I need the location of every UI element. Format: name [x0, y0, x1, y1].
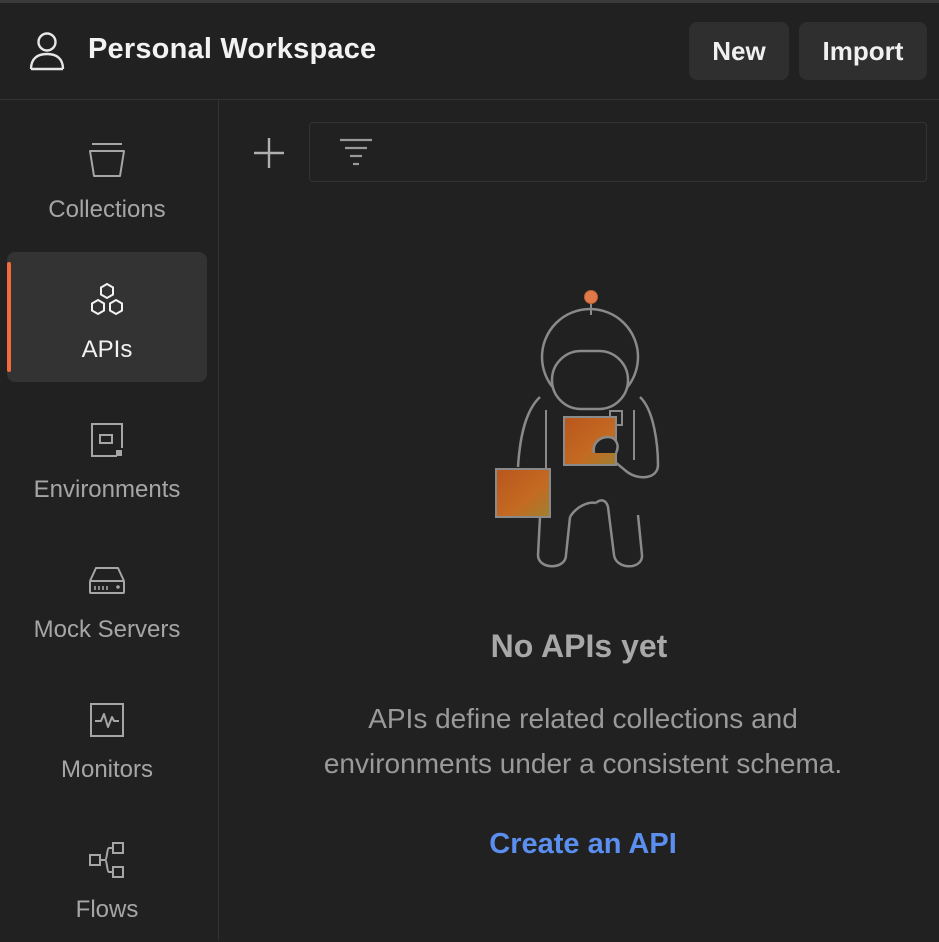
sidebar-item-mock-servers[interactable]: Mock Servers [7, 532, 207, 662]
sidebar-item-flows[interactable]: Flows [7, 812, 207, 942]
description-line-1: APIs define related collections and [368, 703, 798, 734]
sidebar-item-monitors[interactable]: Monitors [7, 672, 207, 802]
user-icon [29, 32, 65, 71]
sidebar-item-label: Environments [33, 476, 181, 503]
filter-icon[interactable] [338, 135, 374, 169]
empty-state-description: APIs define related collections and envi… [219, 696, 939, 786]
mock-servers-icon [89, 567, 125, 594]
flows-icon [89, 842, 124, 878]
astronaut-illustration [495, 290, 660, 568]
sidebar-item-label: Monitors [60, 756, 154, 783]
environments-icon [91, 423, 123, 457]
sidebar-item-label: Mock Servers [33, 616, 181, 643]
sidebar-item-environments[interactable]: Environments [7, 392, 207, 522]
empty-state-title: No APIs yet [490, 628, 668, 664]
collections-icon [89, 143, 125, 177]
workspace-header: Personal Workspace New Import [0, 3, 939, 100]
filter-search-input[interactable] [309, 122, 927, 182]
sidebar-item-label: Flows [75, 896, 139, 923]
add-api-plus-icon[interactable] [248, 132, 290, 174]
sidebar: Collections APIs Environments Mock Serve… [0, 100, 219, 940]
new-button[interactable]: New [689, 22, 789, 80]
import-button[interactable]: Import [799, 22, 927, 80]
sidebar-item-label: Collections [48, 196, 166, 223]
sidebar-item-label: APIs [81, 336, 133, 363]
description-line-2: environments under a consistent schema. [323, 748, 843, 779]
create-api-link[interactable]: Create an API [219, 828, 939, 861]
sidebar-item-collections[interactable]: Collections [7, 112, 207, 242]
sidebar-item-apis[interactable]: APIs [7, 252, 207, 382]
workspace-title[interactable]: Personal Workspace [88, 33, 376, 66]
apis-icon [91, 282, 123, 316]
monitors-icon [90, 703, 124, 737]
